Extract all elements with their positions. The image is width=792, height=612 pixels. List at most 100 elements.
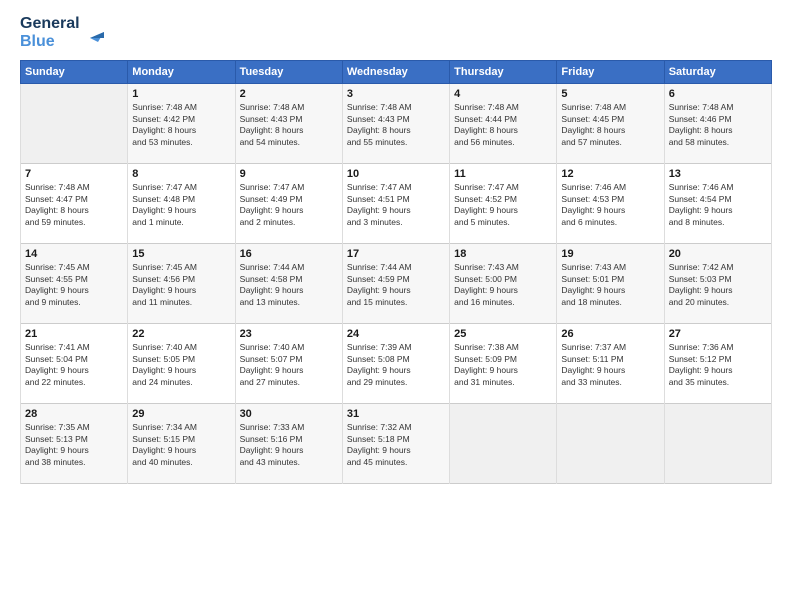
calendar-cell — [450, 404, 557, 484]
calendar-cell: 7 Sunrise: 7:48 AMSunset: 4:47 PMDaylight… — [21, 164, 128, 244]
calendar-week-row: 14Sunrise: 7:45 AMSunset: 4:55 PMDayligh… — [21, 244, 772, 324]
calendar-header-friday: Friday — [557, 61, 664, 84]
calendar-cell: 21 Sunrise: 7:41 AMSunset: 5:04 PMDayligh… — [21, 324, 128, 404]
calendar-cell: 16 Sunrise: 7:44 AMSunset: 4:58 PMDayligh… — [235, 244, 342, 324]
day-info: Sunrise: 7:47 AMSunset: 4:48 PMDaylight:… — [132, 182, 230, 228]
calendar-header-wednesday: Wednesday — [342, 61, 449, 84]
calendar-table: SundayMondayTuesdayWednesdayThursdayFrid… — [20, 60, 772, 484]
day-info: Sunrise: 7:39 AMSunset: 5:08 PMDaylight:… — [347, 342, 445, 388]
calendar-header-tuesday: Tuesday — [235, 61, 342, 84]
day-number: 8 — [132, 168, 230, 180]
day-info: Sunrise: 7:32 AMSunset: 5:18 PMDaylight:… — [347, 422, 445, 468]
calendar-cell: 29Sunrise: 7:34 AMSunset: 5:15 PMDayligh… — [128, 404, 235, 484]
calendar-cell: 17 Sunrise: 7:44 AMSunset: 4:59 PMDayligh… — [342, 244, 449, 324]
calendar-week-row: 7 Sunrise: 7:48 AMSunset: 4:47 PMDaylight… — [21, 164, 772, 244]
day-number: 20 — [669, 248, 767, 260]
day-info: Sunrise: 7:46 AMSunset: 4:53 PMDaylight:… — [561, 182, 659, 228]
day-info: Sunrise: 7:43 AMSunset: 5:00 PMDaylight:… — [454, 262, 552, 308]
calendar-header-monday: Monday — [128, 61, 235, 84]
logo-bird-icon — [82, 28, 104, 48]
calendar-cell: 28Sunrise: 7:35 AMSunset: 5:13 PMDayligh… — [21, 404, 128, 484]
day-info: Sunrise: 7:47 AMSunset: 4:52 PMDaylight:… — [454, 182, 552, 228]
day-info: Sunrise: 7:45 AMSunset: 4:56 PMDaylight:… — [132, 262, 230, 308]
calendar-cell: 8 Sunrise: 7:47 AMSunset: 4:48 PMDaylight… — [128, 164, 235, 244]
day-info: Sunrise: 7:48 AMSunset: 4:45 PMDaylight:… — [561, 102, 659, 148]
calendar-cell: 18 Sunrise: 7:43 AMSunset: 5:00 PMDayligh… — [450, 244, 557, 324]
calendar-cell: 13Sunrise: 7:46 AMSunset: 4:54 PMDayligh… — [664, 164, 771, 244]
calendar-header-thursday: Thursday — [450, 61, 557, 84]
day-info: Sunrise: 7:42 AMSunset: 5:03 PMDaylight:… — [669, 262, 767, 308]
day-number: 10 — [347, 168, 445, 180]
calendar-cell: 22Sunrise: 7:40 AMSunset: 5:05 PMDayligh… — [128, 324, 235, 404]
calendar-cell: 4 Sunrise: 7:48 AMSunset: 4:44 PMDaylight… — [450, 84, 557, 164]
calendar-cell: 25Sunrise: 7:38 AMSunset: 5:09 PMDayligh… — [450, 324, 557, 404]
calendar-header-row: SundayMondayTuesdayWednesdayThursdayFrid… — [21, 61, 772, 84]
page: General Blue SundayMondayTuesdayWednesda… — [0, 0, 792, 612]
calendar-cell: 31 Sunrise: 7:32 AMSunset: 5:18 PMDayligh… — [342, 404, 449, 484]
day-number: 19 — [561, 248, 659, 260]
calendar-header-saturday: Saturday — [664, 61, 771, 84]
calendar-cell: 14Sunrise: 7:45 AMSunset: 4:55 PMDayligh… — [21, 244, 128, 324]
calendar-cell — [664, 404, 771, 484]
calendar-header-sunday: Sunday — [21, 61, 128, 84]
day-number: 3 — [347, 88, 445, 100]
calendar-cell: 20 Sunrise: 7:42 AMSunset: 5:03 PMDayligh… — [664, 244, 771, 324]
calendar-cell: 9 Sunrise: 7:47 AMSunset: 4:49 PMDaylight… — [235, 164, 342, 244]
day-number: 7 — [25, 168, 123, 180]
day-info: Sunrise: 7:48 AMSunset: 4:46 PMDaylight:… — [669, 102, 767, 148]
calendar-cell: 26Sunrise: 7:37 AMSunset: 5:11 PMDayligh… — [557, 324, 664, 404]
day-number: 4 — [454, 88, 552, 100]
day-info: Sunrise: 7:43 AMSunset: 5:01 PMDaylight:… — [561, 262, 659, 308]
day-info: Sunrise: 7:44 AMSunset: 4:59 PMDaylight:… — [347, 262, 445, 308]
day-number: 23 — [240, 328, 338, 340]
logo-line1: General — [20, 15, 80, 33]
day-info: Sunrise: 7:48 AMSunset: 4:47 PMDaylight:… — [25, 182, 123, 228]
calendar-cell: 15 Sunrise: 7:45 AMSunset: 4:56 PMDayligh… — [128, 244, 235, 324]
day-number: 13 — [669, 168, 767, 180]
day-number: 14 — [25, 248, 123, 260]
calendar-cell: 3 Sunrise: 7:48 AMSunset: 4:43 PMDaylight… — [342, 84, 449, 164]
day-number: 31 — [347, 408, 445, 420]
calendar-week-row: 28Sunrise: 7:35 AMSunset: 5:13 PMDayligh… — [21, 404, 772, 484]
calendar-cell: 5 Sunrise: 7:48 AMSunset: 4:45 PMDaylight… — [557, 84, 664, 164]
day-number: 15 — [132, 248, 230, 260]
calendar-cell: 6 Sunrise: 7:48 AMSunset: 4:46 PMDaylight… — [664, 84, 771, 164]
calendar-cell: 19 Sunrise: 7:43 AMSunset: 5:01 PMDayligh… — [557, 244, 664, 324]
calendar-week-row: 1 Sunrise: 7:48 AMSunset: 4:42 PMDaylight… — [21, 84, 772, 164]
day-number: 18 — [454, 248, 552, 260]
day-number: 27 — [669, 328, 767, 340]
calendar-week-row: 21 Sunrise: 7:41 AMSunset: 5:04 PMDayligh… — [21, 324, 772, 404]
calendar-cell: 30Sunrise: 7:33 AMSunset: 5:16 PMDayligh… — [235, 404, 342, 484]
day-number: 5 — [561, 88, 659, 100]
day-number: 9 — [240, 168, 338, 180]
day-number: 16 — [240, 248, 338, 260]
day-number: 11 — [454, 168, 552, 180]
calendar-cell: 23 Sunrise: 7:40 AMSunset: 5:07 PMDayligh… — [235, 324, 342, 404]
day-info: Sunrise: 7:48 AMSunset: 4:43 PMDaylight:… — [240, 102, 338, 148]
day-number: 6 — [669, 88, 767, 100]
day-number: 26 — [561, 328, 659, 340]
day-info: Sunrise: 7:48 AMSunset: 4:42 PMDaylight:… — [132, 102, 230, 148]
day-number: 24 — [347, 328, 445, 340]
day-info: Sunrise: 7:36 AMSunset: 5:12 PMDaylight:… — [669, 342, 767, 388]
logo: General Blue — [20, 15, 104, 50]
day-info: Sunrise: 7:44 AMSunset: 4:58 PMDaylight:… — [240, 262, 338, 308]
day-info: Sunrise: 7:47 AMSunset: 4:49 PMDaylight:… — [240, 182, 338, 228]
calendar-cell: 11 Sunrise: 7:47 AMSunset: 4:52 PMDayligh… — [450, 164, 557, 244]
day-info: Sunrise: 7:41 AMSunset: 5:04 PMDaylight:… — [25, 342, 123, 388]
day-number: 17 — [347, 248, 445, 260]
day-info: Sunrise: 7:48 AMSunset: 4:43 PMDaylight:… — [347, 102, 445, 148]
day-number: 21 — [25, 328, 123, 340]
day-info: Sunrise: 7:34 AMSunset: 5:15 PMDaylight:… — [132, 422, 230, 468]
day-info: Sunrise: 7:40 AMSunset: 5:07 PMDaylight:… — [240, 342, 338, 388]
header: General Blue — [20, 15, 772, 50]
day-number: 28 — [25, 408, 123, 420]
day-number: 30 — [240, 408, 338, 420]
day-info: Sunrise: 7:48 AMSunset: 4:44 PMDaylight:… — [454, 102, 552, 148]
calendar-cell: 24 Sunrise: 7:39 AMSunset: 5:08 PMDayligh… — [342, 324, 449, 404]
day-number: 1 — [132, 88, 230, 100]
day-info: Sunrise: 7:47 AMSunset: 4:51 PMDaylight:… — [347, 182, 445, 228]
calendar-cell: 1 Sunrise: 7:48 AMSunset: 4:42 PMDaylight… — [128, 84, 235, 164]
day-info: Sunrise: 7:40 AMSunset: 5:05 PMDaylight:… — [132, 342, 230, 388]
calendar-cell — [21, 84, 128, 164]
